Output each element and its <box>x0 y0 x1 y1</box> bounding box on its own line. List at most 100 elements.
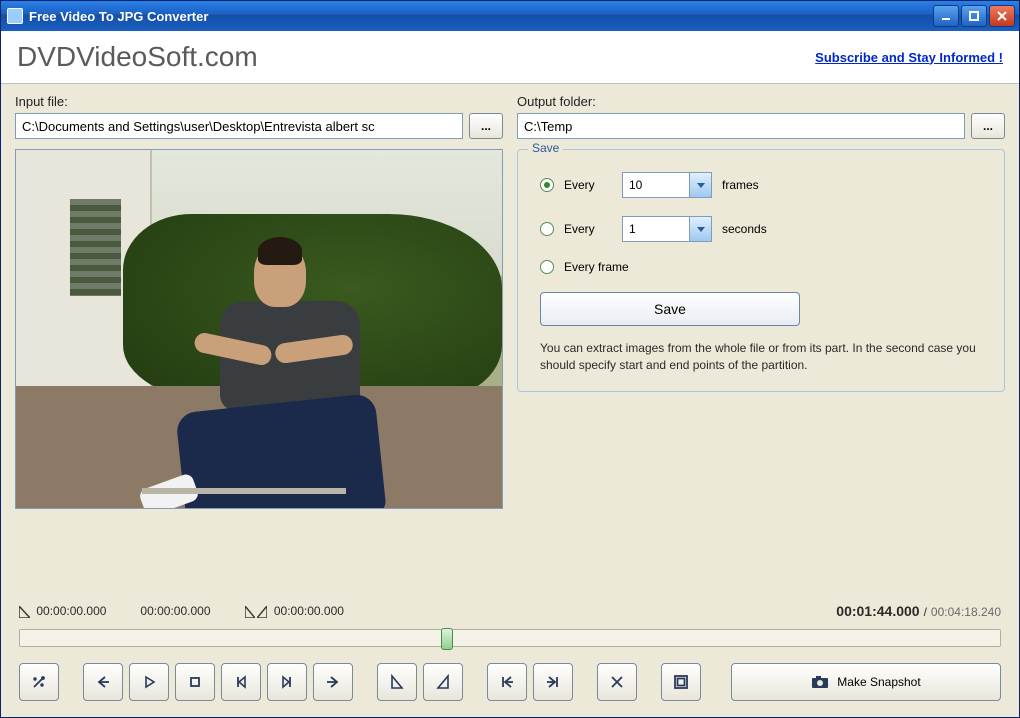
chevron-down-icon <box>696 180 706 190</box>
radio-every-frame[interactable] <box>540 260 554 274</box>
subscribe-link[interactable]: Subscribe and Stay Informed ! <box>815 50 1003 65</box>
stop-icon <box>187 674 203 690</box>
time-right: 00:01:44.000 / 00:04:18.240 <box>836 603 1001 619</box>
maximize-icon <box>968 10 980 22</box>
arrow-right-icon <box>325 674 341 690</box>
save-help-text: You can extract images from the whole fi… <box>540 340 982 375</box>
x-icon <box>609 674 625 690</box>
seconds-combo-drop <box>689 217 711 241</box>
ctrl-group-markers <box>377 663 463 701</box>
frames-combo[interactable]: 10 <box>622 172 712 198</box>
maximize-button[interactable] <box>961 5 987 27</box>
stop-button[interactable] <box>175 663 215 701</box>
app-window: Free Video To JPG Converter DVDVideoSoft… <box>0 0 1020 718</box>
frames-combo-value: 10 <box>629 178 642 192</box>
seconds-unit: seconds <box>722 222 767 236</box>
app-icon <box>7 8 23 24</box>
video-preview[interactable] <box>15 149 503 509</box>
input-file-label: Input file: <box>15 94 503 109</box>
ctrl-group-settings <box>19 663 59 701</box>
step-back-button[interactable] <box>221 663 261 701</box>
mark-end-button[interactable] <box>423 663 463 701</box>
time-separator: / <box>924 605 927 619</box>
step-forward-icon <box>279 674 295 690</box>
output-folder-input[interactable] <box>517 113 965 139</box>
timeline-row: 00:00:00.000 00:00:00.000 00:00:00.000 0… <box>15 603 1005 619</box>
every-frame-label: Every frame <box>564 260 629 274</box>
start-time-mark: 00:00:00.000 <box>19 604 106 618</box>
jump-end-icon <box>545 674 561 690</box>
save-legend: Save <box>528 141 563 155</box>
option-every-seconds-row: Every 1 seconds <box>540 216 988 242</box>
mark-start-icon <box>19 606 30 618</box>
radio-every-seconds[interactable] <box>540 222 554 236</box>
minimize-icon <box>940 10 952 22</box>
io-row: Input file: ... Output folder: ... <box>15 94 1005 139</box>
seconds-combo[interactable]: 1 <box>622 216 712 242</box>
close-icon <box>996 10 1008 22</box>
ctrl-group-clear <box>597 663 637 701</box>
ctrl-group-jump <box>487 663 573 701</box>
header: DVDVideoSoft.com Subscribe and Stay Info… <box>1 31 1019 84</box>
input-file-input[interactable] <box>15 113 463 139</box>
play-icon <box>141 674 157 690</box>
preview-chair <box>142 488 346 494</box>
prev-button[interactable] <box>83 663 123 701</box>
mid-row: Save Every 10 frames <box>15 149 1005 593</box>
input-file-section: Input file: ... <box>15 94 503 139</box>
option-every-frames-row: Every 10 frames <box>540 172 988 198</box>
chevron-down-icon <box>696 224 706 234</box>
wand-icon <box>31 674 47 690</box>
preview-person <box>181 243 395 501</box>
controls-row: Make Snapshot <box>15 663 1005 711</box>
play-button[interactable] <box>129 663 169 701</box>
frames-unit: frames <box>722 178 759 192</box>
make-snapshot-button[interactable]: Make Snapshot <box>731 663 1001 701</box>
mark-start-button[interactable] <box>377 663 417 701</box>
frame-icon <box>673 674 689 690</box>
brand-text: DVDVideoSoft.com <box>17 41 258 73</box>
seek-track[interactable] <box>19 629 1001 647</box>
browse-input-button[interactable]: ... <box>469 113 503 139</box>
right-panel: Save Every 10 frames <box>517 149 1005 593</box>
option-every-label-1: Every <box>564 178 612 192</box>
output-folder-row: ... <box>517 113 1005 139</box>
output-folder-section: Output folder: ... <box>517 94 1005 139</box>
jump-start-icon <box>499 674 515 690</box>
save-button[interactable]: Save <box>540 292 800 326</box>
frame-button[interactable] <box>661 663 701 701</box>
make-snapshot-label: Make Snapshot <box>837 675 920 689</box>
camera-icon <box>811 675 829 689</box>
seconds-combo-value: 1 <box>629 222 636 236</box>
save-fieldset: Save Every 10 frames <box>517 149 1005 392</box>
input-file-row: ... <box>15 113 503 139</box>
ctrl-group-frame <box>661 663 701 701</box>
minimize-button[interactable] <box>933 5 959 27</box>
time-marks: 00:00:00.000 00:00:00.000 00:00:00.000 <box>19 604 344 618</box>
total-time: 00:04:18.240 <box>931 605 1001 619</box>
close-button[interactable] <box>989 5 1015 27</box>
ctrl-group-playback <box>83 663 353 701</box>
window-buttons <box>933 5 1015 27</box>
settings-button[interactable] <box>19 663 59 701</box>
end-time-mark: 00:00:00.000 <box>245 604 344 618</box>
step-forward-button[interactable] <box>267 663 307 701</box>
radio-every-frames[interactable] <box>540 178 554 192</box>
current-time: 00:01:44.000 <box>836 603 919 619</box>
clear-button[interactable] <box>597 663 637 701</box>
arrow-left-icon <box>95 674 111 690</box>
seek-thumb[interactable] <box>441 628 453 650</box>
browse-output-button[interactable]: ... <box>971 113 1005 139</box>
jump-start-button[interactable] <box>487 663 527 701</box>
content: Input file: ... Output folder: ... <box>1 84 1019 717</box>
jump-end-button[interactable] <box>533 663 573 701</box>
mark-end-icon <box>435 674 451 690</box>
option-every-frame-row: Every frame <box>540 260 988 274</box>
window-title: Free Video To JPG Converter <box>29 9 933 24</box>
mark-start-icon <box>389 674 405 690</box>
titlebar[interactable]: Free Video To JPG Converter <box>1 1 1019 31</box>
next-button[interactable] <box>313 663 353 701</box>
frames-combo-drop <box>689 173 711 197</box>
mark-range-icon <box>245 606 267 618</box>
option-every-label-2: Every <box>564 222 612 236</box>
